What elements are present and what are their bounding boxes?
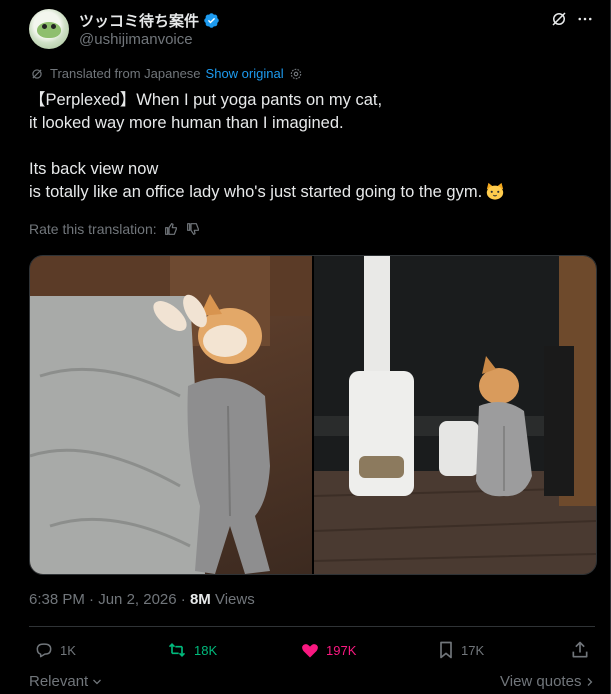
- repost-count: 18K: [194, 642, 218, 658]
- views-count: 8M: [189, 591, 211, 608]
- like-count: 197K: [326, 642, 357, 658]
- rate-translation-label: Rate this translation:: [29, 221, 157, 237]
- relevant-label: Relevant: [29, 673, 89, 690]
- more-options-icon[interactable]: [575, 9, 595, 29]
- tweet-line-4: is totally like an office lady who's jus…: [29, 183, 483, 201]
- like-button[interactable]: 197K: [300, 640, 356, 660]
- photo-cat-by-window[interactable]: [314, 256, 596, 574]
- tweet-time[interactable]: 6:38 PM: [29, 591, 85, 608]
- share-button[interactable]: [570, 640, 596, 660]
- repost-button[interactable]: 18K: [166, 640, 217, 660]
- grok-icon[interactable]: [549, 9, 569, 29]
- tweet-date[interactable]: Jun 2, 2026: [98, 591, 176, 608]
- divider: [29, 626, 595, 627]
- author-name-row[interactable]: ツッコミ待ち案件: [79, 10, 220, 31]
- chevron-right-icon: [588, 677, 593, 686]
- author-handle[interactable]: @ushijimanvoice: [79, 31, 193, 48]
- tweet-line-1: 【Perplexed】When I put yoga pants on my c…: [29, 91, 383, 109]
- media-grid: [29, 255, 597, 575]
- frog-avatar-figure: [37, 22, 61, 38]
- photo-cat-on-bed[interactable]: [30, 256, 312, 574]
- cat-face-white: [203, 325, 247, 357]
- meta-separator: ·: [180, 591, 190, 608]
- tweet-text: 【Perplexed】When I put yoga pants on my c…: [29, 89, 589, 204]
- tweet-line-3: Its back view now: [29, 160, 159, 178]
- view-quotes-label: View quotes: [500, 673, 582, 690]
- translate-icon: [32, 68, 42, 79]
- thumbs-up-icon[interactable]: [163, 221, 179, 237]
- reply-icon: [36, 643, 52, 658]
- heart-icon: [302, 644, 318, 658]
- avatar-eye-left: [42, 24, 47, 29]
- more-dots-glyph: [578, 17, 592, 21]
- chevron-down-icon: [93, 679, 102, 684]
- feeder-bowl: [359, 456, 404, 478]
- tweet-line-2: it looked way more human than I imagined…: [29, 114, 344, 132]
- tweet-line-4-row: is totally like an office lady who's jus…: [29, 181, 589, 204]
- settings-gear-icon[interactable]: [289, 67, 303, 81]
- photo-cat-by-window-art: [314, 256, 596, 574]
- tweet-meta: 6:38 PM · Jun 2, 2026 · 8M Views: [29, 591, 255, 608]
- water-fountain: [439, 421, 479, 476]
- share-icon: [572, 641, 588, 658]
- bookmark-icon: [440, 641, 452, 659]
- translation-source: Translated from Japanese: [50, 66, 201, 81]
- reply-button[interactable]: 1K: [34, 640, 76, 660]
- reply-count: 1K: [60, 642, 76, 658]
- rate-translation: Rate this translation:: [29, 221, 201, 237]
- meta-separator: ·: [89, 591, 99, 608]
- grok-icon-glyph: [552, 12, 566, 26]
- translation-notice: Translated from Japanese Show original: [30, 66, 303, 81]
- thumbs-down-icon[interactable]: [185, 221, 201, 237]
- view-quotes-link[interactable]: View quotes: [500, 673, 596, 690]
- show-original-link[interactable]: Show original: [206, 66, 284, 81]
- author-display-name[interactable]: ツッコミ待ち案件: [79, 10, 199, 31]
- bookmark-count: 17K: [461, 642, 485, 658]
- avatar-eye-right: [51, 24, 56, 29]
- avatar[interactable]: [29, 9, 69, 49]
- verified-badge-icon: [204, 13, 219, 28]
- cat-head: [479, 368, 519, 404]
- bed-sheet: [30, 296, 205, 574]
- bookmark-button[interactable]: 17K: [437, 640, 484, 660]
- sort-relevant-dropdown[interactable]: Relevant: [29, 673, 103, 690]
- black-case: [544, 346, 574, 496]
- repost-icon: [168, 642, 186, 658]
- cat-face-emoji-icon: [486, 182, 504, 200]
- views-label: Views: [214, 591, 255, 608]
- photo-cat-on-bed-art: [30, 256, 312, 574]
